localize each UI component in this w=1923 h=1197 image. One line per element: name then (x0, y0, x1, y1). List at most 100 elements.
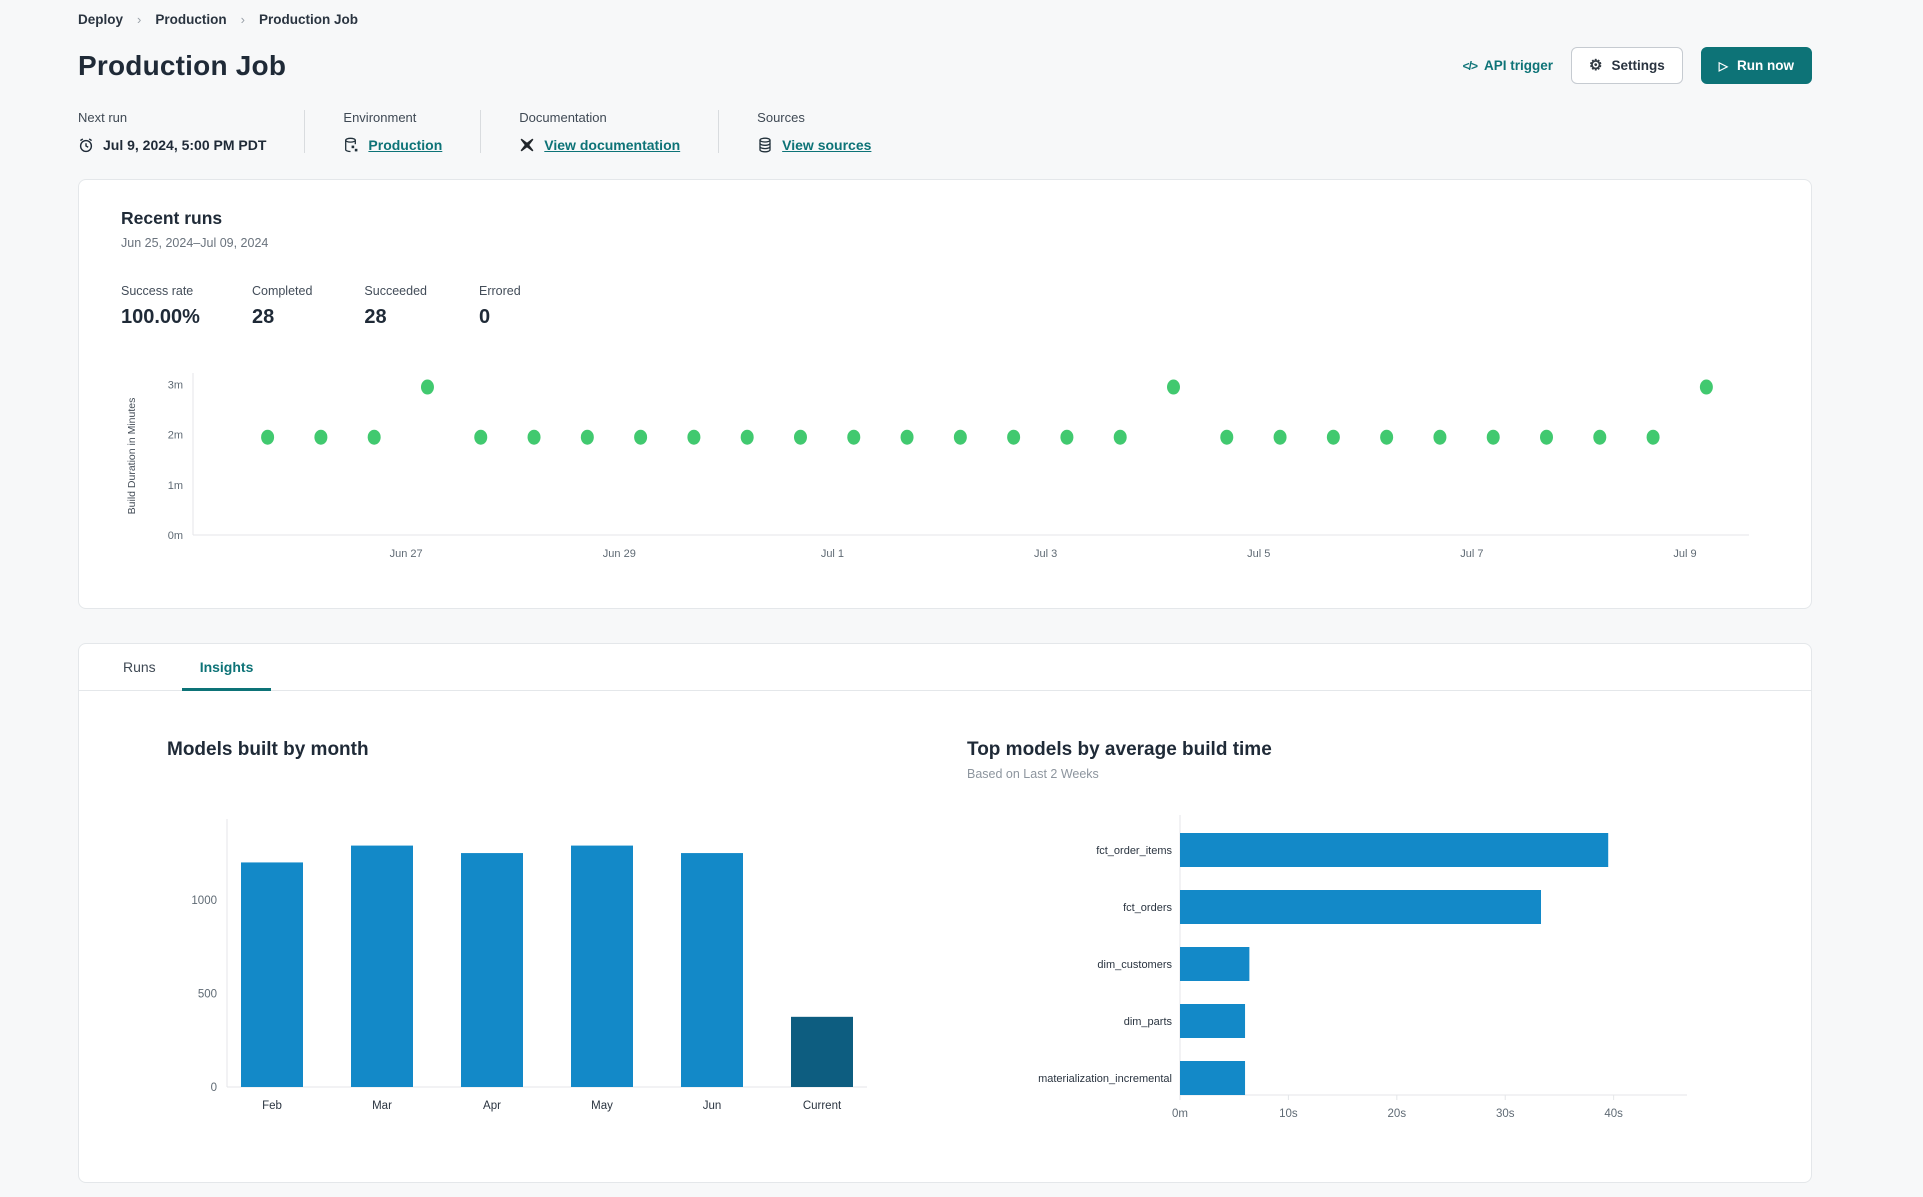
recent-runs-date-range: Jun 25, 2024–Jul 09, 2024 (121, 236, 269, 250)
stat-succeeded: Succeeded 28 (364, 284, 427, 328)
month-bar (241, 862, 303, 1087)
model-name-label: dim_customers (1097, 959, 1172, 971)
axis-tick-label: Jul 3 (1034, 548, 1057, 560)
axis-tick-label: Jun 27 (390, 548, 423, 560)
run-now-button[interactable]: ▷ Run now (1700, 47, 1812, 84)
environment-link[interactable]: Production (368, 137, 442, 153)
run-duration-dot (1220, 429, 1234, 445)
tab-insights[interactable]: Insights (181, 644, 272, 691)
run-duration-dot (634, 429, 648, 445)
recent-runs-stats: Success rate 100.00% Completed 28 Succee… (121, 284, 1769, 329)
next-run-label: Next run (78, 110, 128, 125)
breadcrumb-deploy[interactable]: Deploy (78, 12, 123, 27)
month-bar (461, 853, 523, 1087)
header-actions: </> API trigger ⚙ Settings ▷ Run now (1463, 47, 1812, 84)
run-duration-dot (953, 429, 967, 445)
breadcrumb-production[interactable]: Production (155, 12, 226, 27)
axis-tick-label: Jul 1 (821, 548, 844, 560)
axis-tick-label: Jun 29 (603, 548, 636, 560)
view-sources-link[interactable]: View sources (782, 137, 871, 153)
x-axis-category-label: May (591, 1100, 613, 1112)
run-duration-dot (1166, 379, 1180, 395)
run-duration-dot (1060, 429, 1074, 445)
run-duration-dot (1273, 429, 1287, 445)
chevron-right-icon: › (240, 12, 245, 27)
next-run-info: Next run Jul 9, 2024, 5:00 PM PDT (78, 110, 304, 153)
build-duration-scatter-chart: 0m 1m 2m 3m Jun 27 Jun 29 Jul 1 Jul 3 Jul 5 Jul 7… (126, 373, 1749, 560)
run-duration-dot (314, 429, 328, 445)
run-duration-dot (474, 429, 488, 445)
axis-tick-label: 10s (1279, 1108, 1298, 1120)
insights-content: Models built by month 0 500 1000 Feb Mar Apr M… (79, 691, 1811, 1182)
model-name-label: fct_order_items (1096, 845, 1172, 857)
stat-success-rate: Success rate 100.00% (121, 284, 200, 328)
run-duration-dot (1593, 429, 1607, 445)
run-duration-dot (1699, 379, 1713, 395)
run-duration-dot (261, 429, 275, 445)
page-header: Production Job </> API trigger ⚙ Setting… (78, 47, 1812, 84)
top-models-subtitle: Based on Last 2 Weeks (967, 767, 1099, 781)
play-icon: ▷ (1718, 58, 1728, 73)
run-duration-dot (1326, 429, 1340, 445)
run-duration-dot (1380, 429, 1394, 445)
axis-tick-label: 2m (168, 430, 183, 442)
breadcrumb-current: Production Job (258, 12, 358, 27)
api-trigger-link[interactable]: </> API trigger (1463, 58, 1553, 73)
sources-info: Sources View sources (718, 110, 909, 153)
run-duration-dot (367, 429, 381, 445)
axis-tick-label: 0m (1172, 1108, 1188, 1120)
axis-tick-label: 1000 (191, 895, 217, 907)
tab-runs[interactable]: Runs (105, 644, 174, 691)
documentation-label: Documentation (519, 110, 607, 125)
axis-tick-label: 0 (211, 1082, 217, 1094)
sources-database-icon (759, 137, 771, 153)
run-duration-dot (527, 429, 541, 445)
run-duration-dot (420, 379, 434, 395)
month-bar (571, 845, 633, 1087)
top-models-block: Top models by average build time Based o… (967, 739, 1723, 1142)
build-time-bar (1180, 947, 1250, 981)
models-built-by-month-subtitle (167, 767, 923, 783)
run-duration-dot (1540, 429, 1554, 445)
y-axis-label: Build Duration in Minutes (126, 398, 138, 515)
sources-label: Sources (757, 110, 805, 125)
x-axis-category-label: Feb (262, 1100, 282, 1112)
axis-tick-label: 3m (168, 380, 183, 392)
gear-icon: ⚙ (1589, 57, 1603, 74)
run-duration-dot (1433, 429, 1447, 445)
run-duration-dot (793, 429, 807, 445)
environment-info: Environment Production (304, 110, 480, 153)
build-time-bar (1180, 833, 1609, 867)
build-time-bar (1180, 1061, 1246, 1095)
axis-tick-label: 1m (168, 480, 183, 492)
run-duration-dot (847, 429, 861, 445)
stat-errored: Errored 0 (478, 284, 521, 328)
axis-tick-label: 30s (1496, 1108, 1515, 1120)
model-name-label: fct_orders (1123, 902, 1172, 914)
build-time-bar (1180, 1004, 1246, 1038)
run-duration-dot (900, 429, 914, 445)
breadcrumb: Deploy › Production › Production Job (78, 8, 1812, 37)
month-bar (791, 1016, 853, 1087)
build-time-bar (1180, 890, 1542, 924)
month-bar (351, 845, 413, 1087)
next-run-value: Jul 9, 2024, 5:00 PM PDT (103, 137, 267, 153)
recent-runs-title: Recent runs (121, 208, 223, 228)
axis-tick-label: 20s (1388, 1108, 1407, 1120)
page-title: Production Job (78, 49, 287, 81)
run-duration-dot (687, 429, 701, 445)
x-axis-category-label: Current (803, 1100, 842, 1112)
x-axis-category-label: Mar (372, 1100, 392, 1112)
models-built-by-month-chart: 0 500 1000 Feb Mar Apr May Jun Current (191, 819, 867, 1112)
axis-tick-label: Jul 7 (1460, 548, 1483, 560)
view-documentation-link[interactable]: View documentation (544, 137, 680, 153)
run-duration-dot (580, 429, 594, 445)
run-duration-dot (1113, 429, 1127, 445)
settings-button[interactable]: ⚙ Settings (1571, 47, 1683, 84)
dbt-docs-icon (520, 138, 534, 152)
run-duration-dot (1007, 429, 1021, 445)
documentation-info: Documentation View documentation (480, 110, 718, 153)
job-info-row: Next run Jul 9, 2024, 5:00 PM PDT Enviro… (78, 110, 1812, 153)
x-axis-category-label: Apr (483, 1100, 501, 1112)
models-built-by-month-block: Models built by month 0 500 1000 Feb Mar Apr M… (167, 739, 923, 1142)
